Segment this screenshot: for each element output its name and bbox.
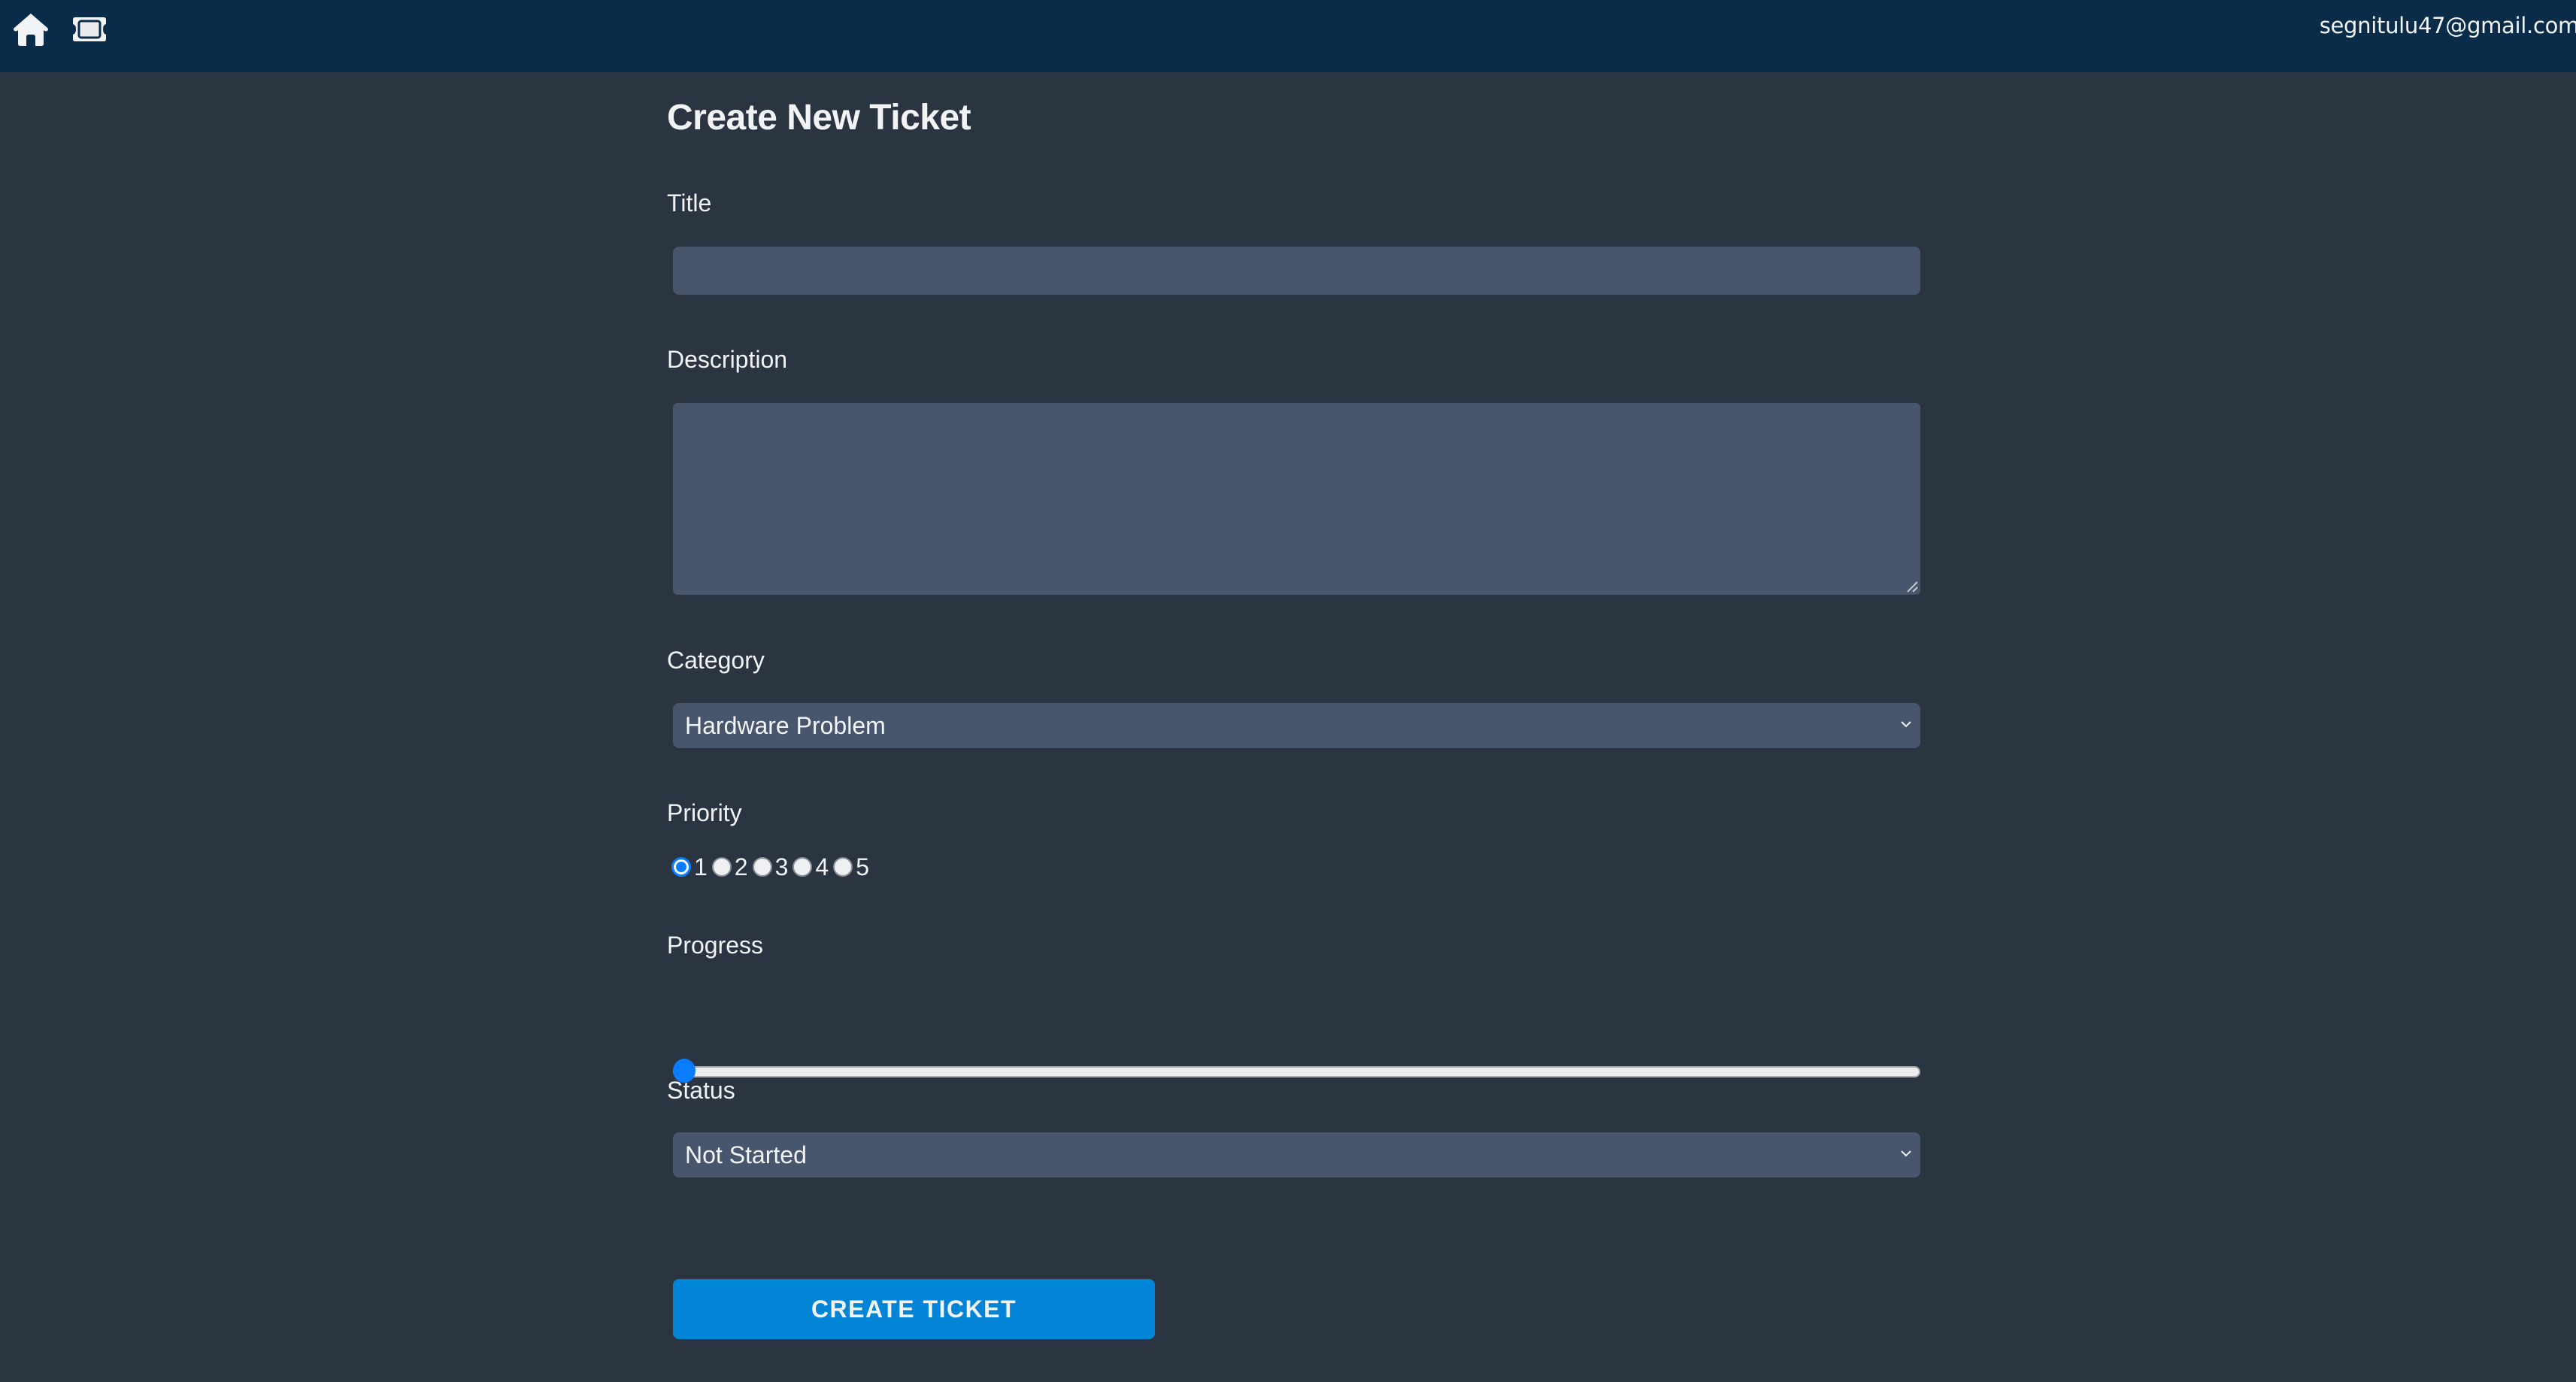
ticket-icon[interactable]: [71, 11, 108, 48]
user-email[interactable]: segnitulu47@gmail.com: [2320, 13, 2576, 38]
title-input[interactable]: [673, 247, 1920, 295]
title-label: Title: [667, 189, 712, 217]
priority-option-4[interactable]: 4: [792, 853, 833, 881]
status-label: Status: [667, 1077, 735, 1104]
status-select[interactable]: Not Started: [673, 1132, 1920, 1177]
priority-option-2[interactable]: 2: [711, 853, 753, 881]
radio-button[interactable]: [833, 857, 853, 877]
chevron-down-icon: [1901, 721, 1911, 728]
slider-track[interactable]: [673, 1066, 1920, 1077]
priority-label: Priority: [667, 799, 742, 826]
top-nav-bar: segnitulu47@gmail.com: [0, 0, 2576, 72]
category-select[interactable]: Hardware Problem: [673, 703, 1920, 748]
radio-button[interactable]: [752, 857, 772, 877]
progress-label: Progress: [667, 932, 764, 959]
priority-option-5[interactable]: 5: [833, 853, 874, 881]
page-title: Create New Ticket: [667, 98, 971, 138]
resize-handle-icon[interactable]: [1906, 580, 1918, 593]
chevron-down-icon: [1901, 1150, 1911, 1157]
category-label: Category: [667, 647, 765, 674]
radio-button[interactable]: [792, 857, 813, 877]
priority-radio-group: 1 2 3 4 5: [671, 853, 874, 880]
home-icon[interactable]: [12, 11, 50, 48]
priority-option-1[interactable]: 1: [671, 853, 712, 881]
description-textarea[interactable]: [673, 403, 1920, 595]
progress-slider[interactable]: [673, 1059, 1920, 1083]
radio-button[interactable]: [671, 857, 691, 877]
category-selected-value: Hardware Problem: [685, 712, 886, 739]
priority-option-3[interactable]: 3: [752, 853, 793, 881]
status-selected-value: Not Started: [685, 1141, 807, 1168]
radio-button[interactable]: [711, 857, 732, 877]
description-label: Description: [667, 346, 788, 373]
create-ticket-button[interactable]: CREATE TICKET: [673, 1279, 1155, 1339]
